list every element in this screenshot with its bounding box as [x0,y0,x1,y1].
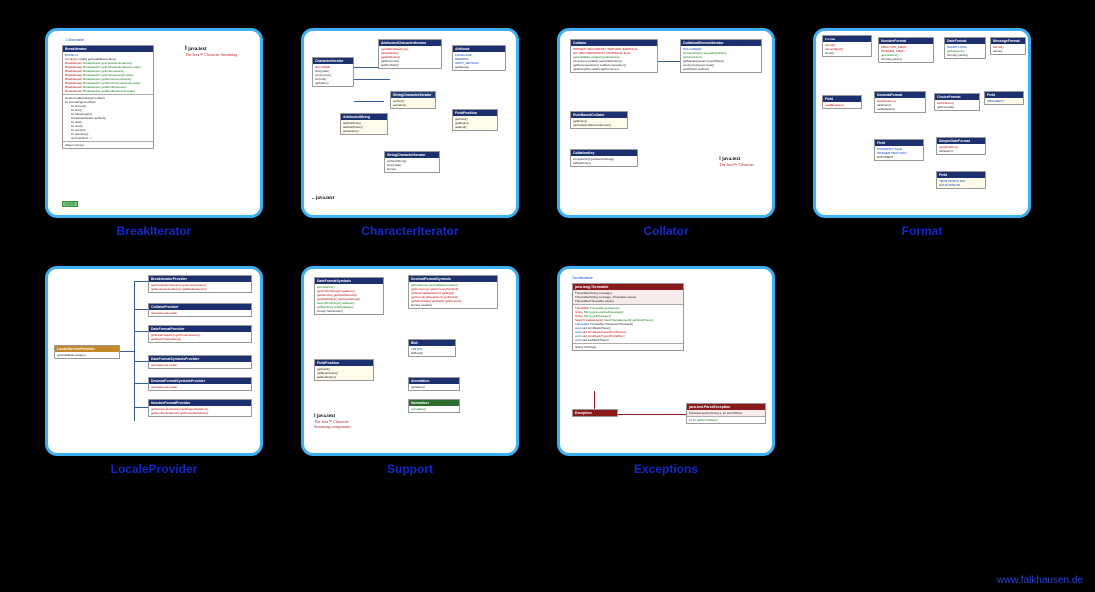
card-body: Cloneable Ⅰ java.text The Java™ Characte… [45,28,263,218]
card-support[interactable]: DateFormatSymbols getInstance()getAmPmSt… [301,266,519,476]
uml-format: Format format()parseObject()clone() [822,35,872,57]
uml-ann: Annotation getValue() [408,377,460,391]
card-body: DateFormatSymbols getInstance()getAmPmSt… [301,266,519,456]
package-subtitle: The Java™ Character Streaming [185,52,250,57]
uml-dfp: DateFormatProvider getDateInstance() get… [148,325,252,343]
card-body: CharacterIterator char DONEfirst() last(… [301,28,519,218]
card-label: BreakIterator [117,224,192,238]
package-label: Ⅰ java.text The Java™ Character Streamin… [185,45,250,57]
uml-field2: Field ARGUMENT [984,91,1024,105]
uml-rule: RuleBasedCollator getRules()getCollation… [570,111,628,129]
card-collator[interactable]: Collator PRIMARY SECONDARY TERTIARY IDEN… [557,28,775,238]
card-body: Collator PRIMARY SECONDARY TERTIARY IDEN… [557,28,775,218]
uml-field3: Field CURRENCY SIGNINTEGER FRACTIONEXPON… [874,139,924,161]
card-label: Exceptions [634,462,698,476]
uml-msgfmt: MessageFormat format()parse() [990,37,1026,55]
uml-methods: boolean isBoundary(int offset) int prece… [63,94,153,141]
footer-link[interactable]: www.falkhausen.de [997,575,1083,586]
uml-parseexception: java.text.ParseException ParseException(… [686,403,766,424]
uml-clone: Object clone() [63,141,153,148]
uml-simple: SimpleDateFormat applyPattern()toPattern… [936,137,986,155]
card-label: Format [902,224,943,238]
uml-dfs: DateFormatSymbols getInstance()getAmPmSt… [314,277,384,315]
uml-field4: Field YEAR MONTH DAYHOUR MINUTE ... [936,171,986,189]
card-format[interactable]: Format format()parseObject()clone() Numb… [813,28,1031,238]
uml-stringchar2: StringCharacterIterator setText()setInde… [390,91,436,109]
card-characteriterator[interactable]: CharacterIterator char DONEfirst() last(… [301,28,519,238]
uml-numfmt: NumberFormat FRACTION_FIELDINTEGER_FIELD… [878,37,934,63]
uml-bip: BreakIteratorProvider getCharacterInstan… [148,275,252,293]
card-breakiterator[interactable]: Cloneable Ⅰ java.text The Java™ Characte… [45,28,263,238]
uml-throwable: java.lang.Throwable Throwable(String mes… [572,283,684,351]
uml-decimal: DecimalFormat applyPattern()toPattern()s… [874,91,926,113]
cloneable-label: Cloneable [66,37,84,42]
pkg-label: .. java.text [312,196,334,201]
card-label: Collator [643,224,688,238]
card-body: Serializable java.lang.Throwable Throwab… [557,266,775,456]
card-localeprovider[interactable]: LocaleServiceProvider getAvailableLocale… [45,266,263,476]
uml-fp: FieldPosition getField()getBeginIndex()g… [314,359,374,381]
uml-norm: Normalizer normalize() [408,399,460,413]
uml-stringchar: StringCharacterIterator setText(String)f… [384,151,440,173]
uml-attribute: Attribute LANGUAGEREADINGINPUT_METHODget… [452,45,506,71]
uml-key: CollationKey compareTo() getSourceString… [570,149,638,167]
uml-dcfs: DecimalFormatSymbols getInstance() getAv… [408,275,498,309]
uml-exception: Exception [572,409,618,417]
card-label: CharacterIterator [361,224,458,238]
uml-datefmt: DateFormat SHORT LONGgetInstance()format… [944,37,986,59]
pkg-label: Ⅰ java.text The Java™ Character [719,156,754,167]
uml-dfmsp: DecimalFormatSymbolsProvider getInstance… [148,377,252,391]
uml-segment: AttributedString addAttribute()addAttrib… [340,113,388,135]
card-exceptions[interactable]: Serializable java.lang.Throwable Throwab… [557,266,775,476]
uml-chariter: CharacterIterator char DONEfirst() last(… [312,57,354,87]
uml-fields: DONE int Locale[] Locale[] getAvailableL… [63,52,153,94]
card-label: Support [387,462,433,476]
card-body: LocaleServiceProvider getAvailableLocale… [45,266,263,456]
uml-dfsp: DateFormatSymbolsProvider getInstance(Lo… [148,355,252,369]
done-badge: DONE [62,201,78,207]
pkg-label: Ⅰ java.text The Java™ Character Streamin… [314,413,351,429]
card-body: Format format()parseObject()clone() Numb… [813,28,1031,218]
uml-choice: ChoiceFormat setChoices()getFormats() [934,93,980,111]
card-label: LocaleProvider [111,462,198,476]
uml-breakiterator: BreakIterator DONE int Locale[] Locale[]… [62,45,154,149]
diagram-grid: Cloneable Ⅰ java.text The Java™ Characte… [0,0,1095,486]
uml-elemiter: CollationElementIterator NULLORDERprimar… [680,39,762,73]
uml-attriter: AttributedCharacterIterator getAllAttrib… [378,39,442,69]
uml-lsp: LocaleServiceProvider getAvailableLocale… [54,345,120,359]
uml-collator: Collator PRIMARY SECONDARY TERTIARY IDEN… [570,39,658,73]
uml-bidi: Bidi LTR RTLisMixed() [408,339,456,357]
uml-extra: FieldPosition getField()getBegin()getEnd… [452,109,498,131]
uml-nfp: NumberFormatProvider getCurrencyInstance… [148,399,252,417]
uml-field1: Field readResolve() [822,95,862,109]
uml-cp: CollatorProvider getInstance(Locale) [148,303,252,317]
serializable-label: Serializable [572,275,593,280]
